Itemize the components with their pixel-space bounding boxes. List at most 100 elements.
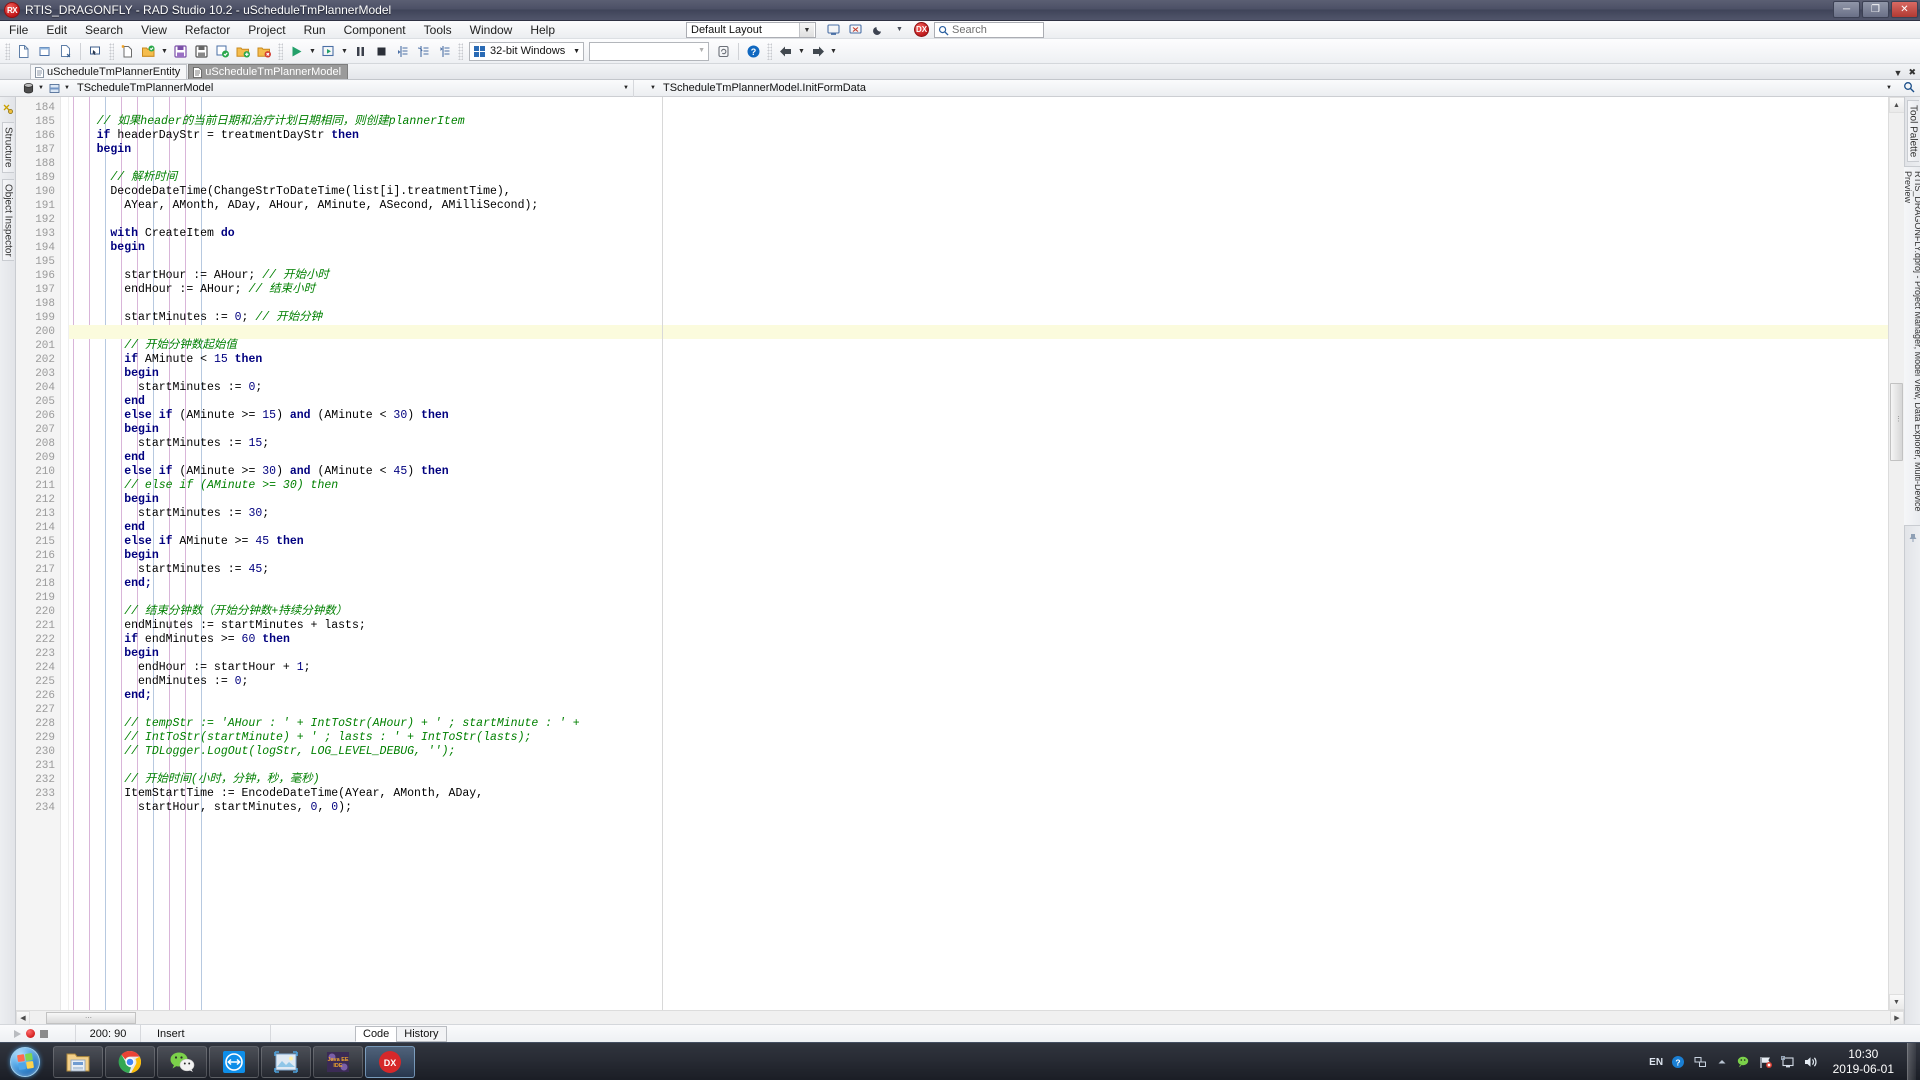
record-macro-icon[interactable] <box>26 1029 35 1038</box>
structure-pane-icon[interactable] <box>2 103 13 117</box>
chevron-down-icon[interactable]: ▼ <box>648 85 658 91</box>
search-icon[interactable] <box>1903 81 1915 96</box>
language-indicator[interactable]: EN <box>1649 1055 1664 1070</box>
scroll-right-icon[interactable]: ▶ <box>1890 1010 1904 1025</box>
desktop-save-icon[interactable] <box>826 22 841 37</box>
menu-project[interactable]: Project <box>239 21 294 39</box>
save-as-button[interactable] <box>191 41 212 62</box>
view-tab-code[interactable]: Code <box>355 1026 398 1042</box>
new-other-button[interactable] <box>55 41 76 62</box>
open-project-button[interactable] <box>138 41 159 62</box>
left-dock-tab-structure[interactable]: Structure <box>1 122 14 173</box>
stop-macro-icon[interactable] <box>40 1029 48 1038</box>
close-icon[interactable]: ✖ <box>1908 67 1916 78</box>
menu-tools[interactable]: Tools <box>415 21 461 39</box>
menu-search[interactable]: Search <box>76 21 132 39</box>
start-button[interactable] <box>3 1045 47 1079</box>
chevron-down-icon[interactable]: ▼ <box>1886 85 1892 91</box>
class-nav-left[interactable]: ▼ ▼ TScheduleTmPlannerModel ▼ <box>20 79 634 97</box>
menu-edit[interactable]: Edit <box>37 21 76 39</box>
back-button[interactable] <box>775 41 796 62</box>
monitor-icon[interactable] <box>1781 1055 1796 1070</box>
taskbar-item-windows-explorer[interactable] <box>53 1045 103 1078</box>
editor-horizontal-scrollbar[interactable]: ◀ ⋯ ▶ <box>16 1010 1904 1025</box>
show-desktop-button[interactable] <box>1907 1043 1916 1080</box>
open-dropdown-icon[interactable]: ▼ <box>159 41 170 62</box>
remove-from-project-button[interactable] <box>254 41 275 62</box>
scroll-down-icon[interactable]: ▼ <box>1888 994 1904 1010</box>
menu-file[interactable]: File <box>0 21 37 39</box>
add-to-project-button[interactable] <box>233 41 254 62</box>
run-button[interactable] <box>286 41 307 62</box>
wechat-tray-icon[interactable] <box>1737 1055 1752 1070</box>
chevron-down-icon[interactable]: ▼ <box>799 23 814 37</box>
desktop-delete-icon[interactable] <box>848 22 863 37</box>
chevron-down-icon[interactable]: ▼ <box>1894 68 1903 78</box>
network-icon[interactable] <box>1693 1055 1708 1070</box>
view-tab-history[interactable]: History <box>396 1026 447 1042</box>
view-form-button[interactable] <box>85 41 106 62</box>
pause-button[interactable] <box>350 41 371 62</box>
trace-into-button[interactable] <box>392 41 413 62</box>
taskbar-item-java-ee-ide[interactable]: Java EE IDE <box>313 1045 363 1078</box>
run-to-cursor-button[interactable] <box>434 41 455 62</box>
file-tab-uscheduletmplannerentity[interactable]: uScheduleTmPlannerEntity <box>30 64 188 79</box>
right-dock-tab-tool-palette[interactable]: Tool Palette <box>1906 100 1919 163</box>
run-dropdown-icon[interactable]: ▼ <box>307 41 318 62</box>
menu-view[interactable]: View <box>132 21 176 39</box>
stop-button[interactable] <box>371 41 392 62</box>
menu-refactor[interactable]: Refactor <box>176 21 239 39</box>
horizontal-scroll-thumb[interactable]: ⋯ <box>46 1012 136 1024</box>
menu-component[interactable]: Component <box>335 21 415 39</box>
editor-vertical-scrollbar[interactable]: ▲ ⋮ ▼ <box>1888 97 1904 1010</box>
save-all-button[interactable] <box>212 41 233 62</box>
chevron-down-icon[interactable]: ▼ <box>698 47 705 54</box>
dark-theme-toggle-icon[interactable] <box>870 22 885 37</box>
help-icon[interactable]: ? <box>1671 1055 1686 1070</box>
toolbar-grip[interactable] <box>5 42 10 60</box>
save-button[interactable] <box>170 41 191 62</box>
taskbar-item-photo-viewer[interactable] <box>261 1045 311 1078</box>
search-box[interactable]: Search <box>934 22 1044 38</box>
back-dropdown-icon[interactable]: ▼ <box>796 41 807 62</box>
maximize-button[interactable]: ❐ <box>1862 1 1889 18</box>
help-button[interactable]: ? <box>743 41 764 62</box>
embarcadero-account-icon[interactable]: DX <box>914 22 929 37</box>
taskbar-item-google-chrome[interactable] <box>105 1045 155 1078</box>
vertical-scroll-thumb[interactable]: ⋮ <box>1890 383 1903 461</box>
class-nav-right[interactable]: ▼ TScheduleTmPlannerModel.InitFormData ▼ <box>634 80 1920 97</box>
flag-icon[interactable] <box>1759 1055 1774 1070</box>
chevron-down-icon[interactable]: ▼ <box>62 85 72 91</box>
show-hidden-icons-icon[interactable] <box>1715 1055 1730 1070</box>
code-text-area[interactable]: // 如果header的当前日期和治疗计划日期相同，则创建plannerItem… <box>69 97 1888 1010</box>
right-dock-tab-project-manager[interactable]: RTIS_DRAGONFLY.dproj - Project Manager, … <box>1902 166 1920 527</box>
toolbar-grip-4[interactable] <box>458 42 463 60</box>
menu-help[interactable]: Help <box>521 21 564 39</box>
step-over-button[interactable] <box>413 41 434 62</box>
new-form-button[interactable] <box>34 41 55 62</box>
file-tab-uscheduletmplannermodel[interactable]: uScheduleTmPlannerModel <box>188 64 349 79</box>
forward-button[interactable] <box>807 41 828 62</box>
run-without-debugging-button[interactable] <box>318 41 339 62</box>
taskbar-item-wechat[interactable] <box>157 1045 207 1078</box>
platform-combo[interactable]: 32-bit Windows ▼ <box>469 41 584 61</box>
minimize-button[interactable]: ─ <box>1833 1 1860 18</box>
close-button[interactable]: ✕ <box>1891 1 1918 18</box>
forward-dropdown-icon[interactable]: ▼ <box>828 41 839 62</box>
run-target-dropdown-icon[interactable]: ▼ <box>339 41 350 62</box>
scroll-left-icon[interactable]: ◀ <box>16 1010 30 1025</box>
config-combo[interactable]: ▼ <box>589 41 709 61</box>
code-editor[interactable]: 184 185 186 187 188 189 190 191 192 193 … <box>16 97 1904 1010</box>
menu-window[interactable]: Window <box>461 21 522 39</box>
volume-icon[interactable] <box>1803 1055 1820 1070</box>
taskbar-item-teamviewer[interactable] <box>209 1045 259 1078</box>
left-dock-tab-object-inspector[interactable]: Object Inspector <box>1 178 14 262</box>
open-file-button[interactable] <box>117 41 138 62</box>
chevron-down-icon[interactable]: ▼ <box>36 85 46 91</box>
layout-combo[interactable]: Default Layout ▼ <box>686 22 816 38</box>
refresh-config-button[interactable] <box>713 41 734 62</box>
toolbar-grip-5[interactable] <box>767 42 772 60</box>
taskbar-item-dx-app[interactable]: DX <box>365 1045 415 1078</box>
toolbar-grip-3[interactable] <box>278 42 283 60</box>
menu-run[interactable]: Run <box>295 21 335 39</box>
